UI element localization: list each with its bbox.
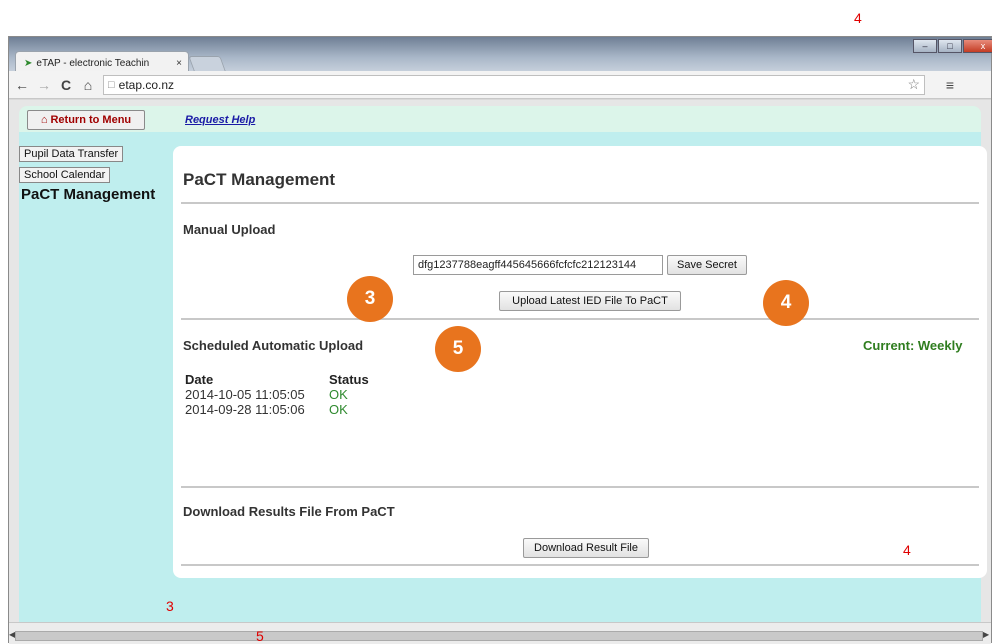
current-schedule-status: Current: Weekly: [863, 338, 963, 353]
annotation-number: 4: [903, 542, 911, 558]
download-results-heading: Download Results File From PaCT: [183, 504, 395, 519]
window-controls: – □ x: [913, 39, 992, 53]
minimize-button[interactable]: –: [913, 39, 937, 53]
row-date: 2014-10-05 11:05:05: [185, 387, 305, 402]
table-row: 2014-09-28 11:05:06 OK: [185, 402, 369, 417]
page-bottom: ◀ ▶: [9, 622, 991, 644]
page-title: PaCT Management: [183, 170, 336, 189]
column-header-status: Status: [329, 372, 369, 387]
request-help-link[interactable]: Request Help: [185, 114, 255, 126]
secret-input[interactable]: [413, 255, 663, 275]
manual-upload-heading: Manual Upload: [183, 222, 276, 237]
browser-window: ➤ eTAP - electronic Teachin × – □ x ← → …: [8, 36, 992, 644]
column-header-date: Date: [185, 372, 214, 387]
annotation-number: 5: [256, 628, 264, 644]
page-icon: □: [108, 78, 115, 91]
callout-badge: 4: [763, 280, 809, 326]
callout-badge: 5: [435, 326, 481, 372]
home-icon[interactable]: ⌂: [81, 77, 95, 93]
title-bar: ➤ eTAP - electronic Teachin × – □ x: [9, 37, 992, 71]
favicon-icon: ➤: [24, 58, 33, 69]
sidebar: [19, 132, 171, 622]
bookmark-star-icon[interactable]: ☆: [907, 76, 920, 93]
top-bar: [19, 106, 981, 132]
return-label: Return to Menu: [50, 114, 132, 126]
divider: [181, 202, 979, 204]
return-to-menu-button[interactable]: ⌂ Return to Menu: [27, 110, 145, 130]
table-row: 2014-10-05 11:05:05 OK: [185, 387, 369, 402]
browser-tab[interactable]: ➤ eTAP - electronic Teachin ×: [15, 51, 189, 71]
scroll-right-icon[interactable]: ▶: [983, 630, 989, 639]
tab-title: eTAP - electronic Teachin: [36, 58, 150, 69]
table-header-row: Date Status: [185, 372, 369, 387]
divider: [181, 564, 979, 566]
annotation-number: 4: [854, 10, 862, 26]
url-text: etap.co.nz: [118, 77, 175, 92]
row-date: 2014-09-28 11:05:06: [185, 402, 305, 417]
back-icon[interactable]: ←: [15, 77, 29, 93]
maximize-button[interactable]: □: [938, 39, 962, 53]
divider: [181, 318, 979, 320]
download-result-button[interactable]: Download Result File: [523, 538, 649, 558]
address-bar[interactable]: □ etap.co.nz ☆: [103, 74, 925, 95]
callout-badge: 3: [347, 276, 393, 322]
tab-close-icon[interactable]: ×: [176, 58, 182, 69]
upload-ied-button[interactable]: Upload Latest IED File To PaCT: [499, 291, 681, 311]
divider: [181, 486, 979, 488]
sidebar-current-item: PaCT Management: [21, 186, 156, 203]
reload-icon[interactable]: C: [59, 77, 73, 93]
close-window-button[interactable]: x: [963, 39, 992, 53]
home-icon: ⌂: [40, 114, 48, 126]
main-panel: PaCT Management Manual Upload Save Secre…: [173, 146, 987, 578]
save-secret-button[interactable]: Save Secret: [667, 255, 747, 275]
scheduled-upload-heading: Scheduled Automatic Upload: [183, 338, 364, 353]
horizontal-scrollbar[interactable]: [15, 631, 983, 641]
row-status: OK: [329, 402, 348, 417]
new-tab-button[interactable]: [188, 56, 226, 71]
upload-history-table: Date Status 2014-10-05 11:05:05 OK 2014-…: [185, 372, 369, 417]
forward-icon[interactable]: →: [37, 77, 51, 93]
sidebar-item-pupil-data-transfer[interactable]: Pupil Data Transfer: [19, 146, 124, 162]
row-status: OK: [329, 387, 348, 402]
browser-toolbar: ← → C ⌂ □ etap.co.nz ☆ ≡: [9, 71, 991, 99]
annotation-number: 3: [166, 598, 174, 614]
sidebar-item-school-calendar[interactable]: School Calendar: [19, 167, 111, 183]
menu-icon[interactable]: ≡: [943, 77, 957, 93]
page-viewport: ⌂ Return to Menu Request Help Pupil Data…: [9, 100, 991, 622]
